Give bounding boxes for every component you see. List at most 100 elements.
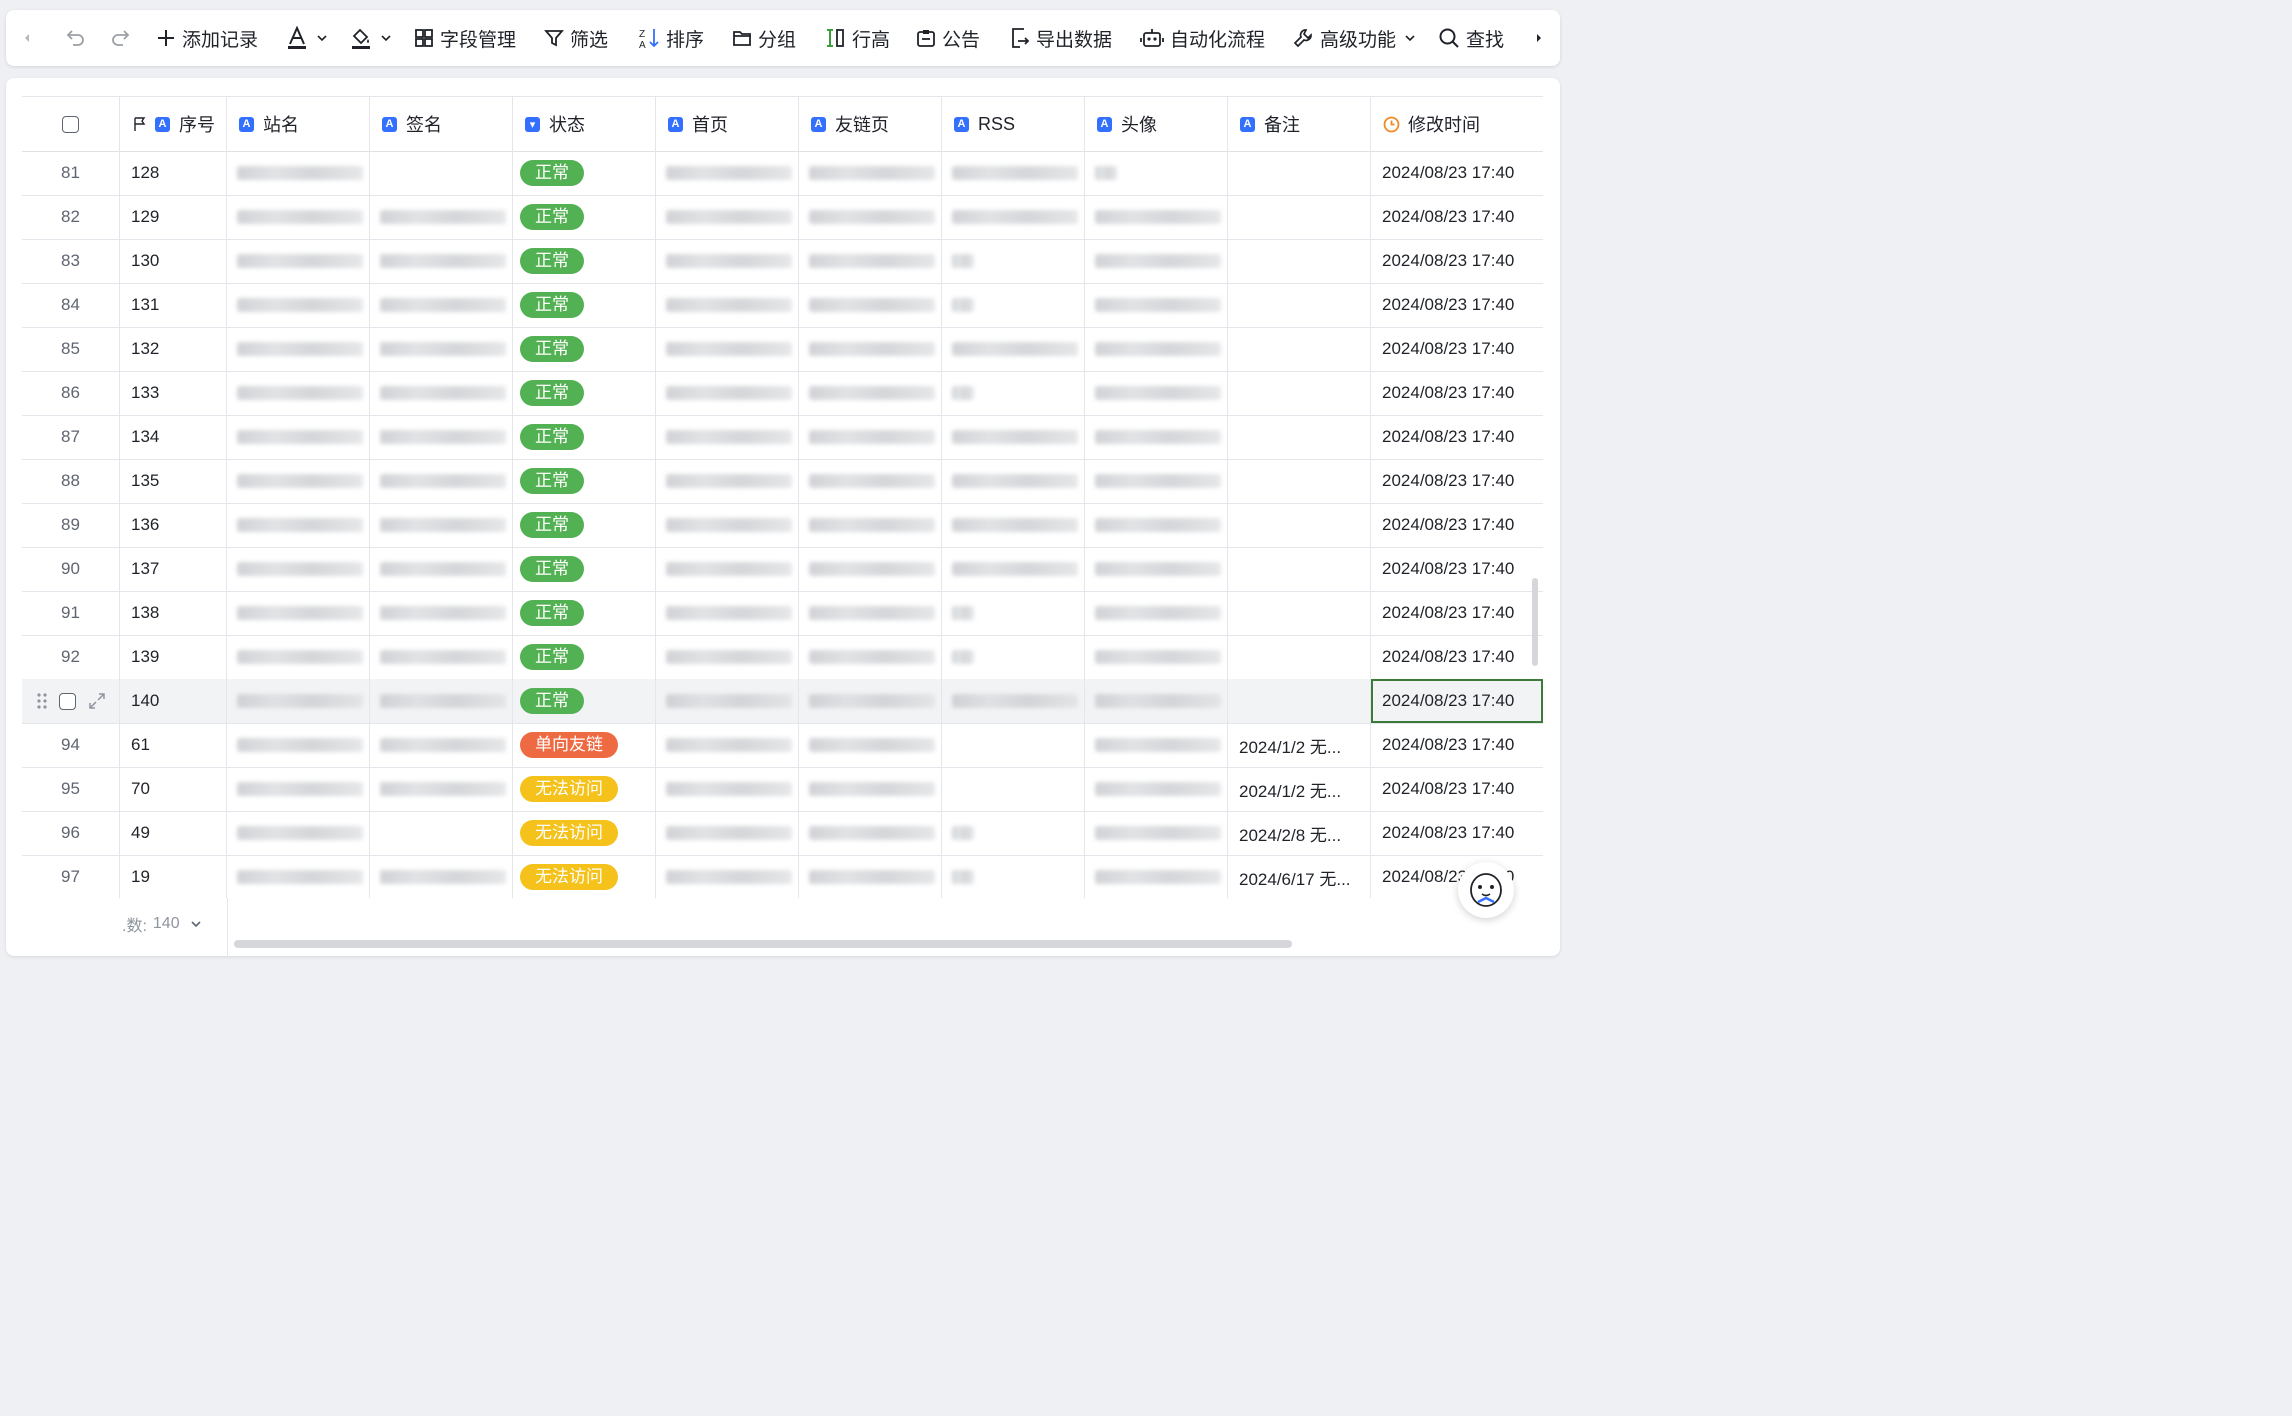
note-cell[interactable] — [1228, 371, 1371, 415]
status-cell[interactable]: 正常 — [513, 327, 656, 371]
record-count[interactable]: .数: 140 — [122, 912, 202, 936]
status-cell[interactable]: 正常 — [513, 195, 656, 239]
links-page-cell[interactable] — [799, 547, 942, 591]
modified-time-cell[interactable]: 2024/08/23 17:40 — [1371, 723, 1543, 767]
homepage-cell[interactable] — [656, 327, 799, 371]
table-row[interactable]: 85 132 正常 2024/08/23 17:40 — [22, 327, 1543, 372]
status-cell[interactable]: 正常 — [513, 503, 656, 547]
table-row[interactable]: 83 130 正常 2024/08/23 17:40 — [22, 239, 1543, 284]
avatar-cell[interactable] — [1085, 239, 1228, 283]
table-row[interactable]: 97 19 无法访问 2024/6/17 无... 2024/08/23 17:40 — [22, 855, 1543, 898]
search-button[interactable]: 查找 — [1438, 10, 1504, 66]
homepage-cell[interactable] — [656, 767, 799, 811]
table-row[interactable]: 84 131 正常 2024/08/23 17:40 — [22, 283, 1543, 328]
site-name-cell[interactable] — [227, 635, 370, 679]
note-cell[interactable] — [1228, 415, 1371, 459]
row-number-cell[interactable]: 92 — [22, 635, 120, 679]
avatar-cell[interactable] — [1085, 767, 1228, 811]
table-row[interactable]: 92 139 正常 2024/08/23 17:40 — [22, 635, 1543, 680]
note-cell[interactable]: 2024/2/8 无... — [1228, 811, 1371, 855]
row-number-cell[interactable]: 97 — [22, 855, 120, 898]
note-cell[interactable] — [1228, 327, 1371, 371]
seq-cell[interactable]: 136 — [120, 503, 227, 547]
avatar-cell[interactable] — [1085, 195, 1228, 239]
row-number-cell[interactable]: 86 — [22, 371, 120, 415]
signature-cell[interactable] — [370, 547, 513, 591]
row-number-cell[interactable]: 91 — [22, 591, 120, 635]
seq-cell[interactable]: 134 — [120, 415, 227, 459]
rss-cell[interactable] — [942, 371, 1085, 415]
site-name-cell[interactable] — [227, 415, 370, 459]
signature-cell[interactable] — [370, 151, 513, 195]
status-cell[interactable]: 正常 — [513, 547, 656, 591]
signature-cell[interactable] — [370, 415, 513, 459]
links-page-cell[interactable] — [799, 327, 942, 371]
site-name-cell[interactable] — [227, 547, 370, 591]
modified-time-cell[interactable]: 2024/08/23 17:40 — [1371, 679, 1543, 723]
avatar-cell[interactable] — [1085, 547, 1228, 591]
column-header-site-name[interactable]: A 站名 — [227, 97, 370, 151]
select-all-checkbox[interactable] — [62, 115, 79, 133]
table-row[interactable]: 95 70 无法访问 2024/1/2 无... 2024/08/23 17:40 — [22, 767, 1543, 812]
homepage-cell[interactable] — [656, 503, 799, 547]
links-page-cell[interactable] — [799, 283, 942, 327]
links-page-cell[interactable] — [799, 239, 942, 283]
links-page-cell[interactable] — [799, 503, 942, 547]
sort-button[interactable]: ZA 排序 — [638, 10, 704, 66]
vertical-scrollbar[interactable] — [1532, 578, 1538, 666]
homepage-cell[interactable] — [656, 855, 799, 898]
column-header-modified[interactable]: 修改时间 — [1371, 97, 1543, 151]
seq-cell[interactable]: 137 — [120, 547, 227, 591]
rss-cell[interactable] — [942, 283, 1085, 327]
homepage-cell[interactable] — [656, 547, 799, 591]
site-name-cell[interactable] — [227, 327, 370, 371]
status-cell[interactable]: 正常 — [513, 283, 656, 327]
table-row[interactable]: 94 61 单向友链 2024/1/2 无... 2024/08/23 17:40 — [22, 723, 1543, 768]
note-cell[interactable] — [1228, 679, 1371, 723]
links-page-cell[interactable] — [799, 459, 942, 503]
status-cell[interactable]: 单向友链 — [513, 723, 656, 767]
column-header-status[interactable]: ▾ 状态 — [513, 97, 656, 151]
rss-cell[interactable] — [942, 547, 1085, 591]
avatar-cell[interactable] — [1085, 415, 1228, 459]
status-cell[interactable]: 无法访问 — [513, 767, 656, 811]
signature-cell[interactable] — [370, 371, 513, 415]
site-name-cell[interactable] — [227, 283, 370, 327]
homepage-cell[interactable] — [656, 459, 799, 503]
add-record-button[interactable]: 添加记录 — [156, 10, 258, 66]
row-number-cell[interactable]: 83 — [22, 239, 120, 283]
seq-cell[interactable]: 131 — [120, 283, 227, 327]
rss-cell[interactable] — [942, 591, 1085, 635]
column-header-note[interactable]: A 备注 — [1228, 97, 1371, 151]
modified-time-cell[interactable]: 2024/08/23 17:40 — [1371, 459, 1543, 503]
modified-time-cell[interactable]: 2024/08/23 17:40 — [1371, 767, 1543, 811]
row-number-cell[interactable]: 81 — [22, 151, 120, 195]
site-name-cell[interactable] — [227, 151, 370, 195]
undo-icon[interactable] — [64, 10, 88, 66]
homepage-cell[interactable] — [656, 151, 799, 195]
column-header-seq[interactable]: A 序号 — [120, 97, 227, 151]
seq-cell[interactable]: 135 — [120, 459, 227, 503]
status-cell[interactable]: 正常 — [513, 371, 656, 415]
modified-time-cell[interactable]: 2024/08/23 17:40 — [1371, 503, 1543, 547]
signature-cell[interactable] — [370, 591, 513, 635]
signature-cell[interactable] — [370, 503, 513, 547]
modified-time-cell[interactable]: 2024/08/23 17:40 — [1371, 239, 1543, 283]
rss-cell[interactable] — [942, 459, 1085, 503]
row-number-cell[interactable]: 90 — [22, 547, 120, 591]
signature-cell[interactable] — [370, 283, 513, 327]
avatar-cell[interactable] — [1085, 327, 1228, 371]
rss-cell[interactable] — [942, 239, 1085, 283]
row-number-cell[interactable]: 89 — [22, 503, 120, 547]
seq-cell[interactable]: 128 — [120, 151, 227, 195]
avatar-cell[interactable] — [1085, 723, 1228, 767]
status-cell[interactable]: 正常 — [513, 635, 656, 679]
table-row[interactable]: 96 49 无法访问 2024/2/8 无... 2024/08/23 17:40 — [22, 811, 1543, 856]
homepage-cell[interactable] — [656, 239, 799, 283]
modified-time-cell[interactable]: 2024/08/23 17:40 — [1371, 635, 1543, 679]
group-button[interactable]: 分组 — [732, 10, 796, 66]
expand-right-icon[interactable] — [1532, 10, 1546, 66]
rss-cell[interactable] — [942, 635, 1085, 679]
seq-cell[interactable]: 139 — [120, 635, 227, 679]
table-row[interactable]: 90 137 正常 2024/08/23 17:40 — [22, 547, 1543, 592]
